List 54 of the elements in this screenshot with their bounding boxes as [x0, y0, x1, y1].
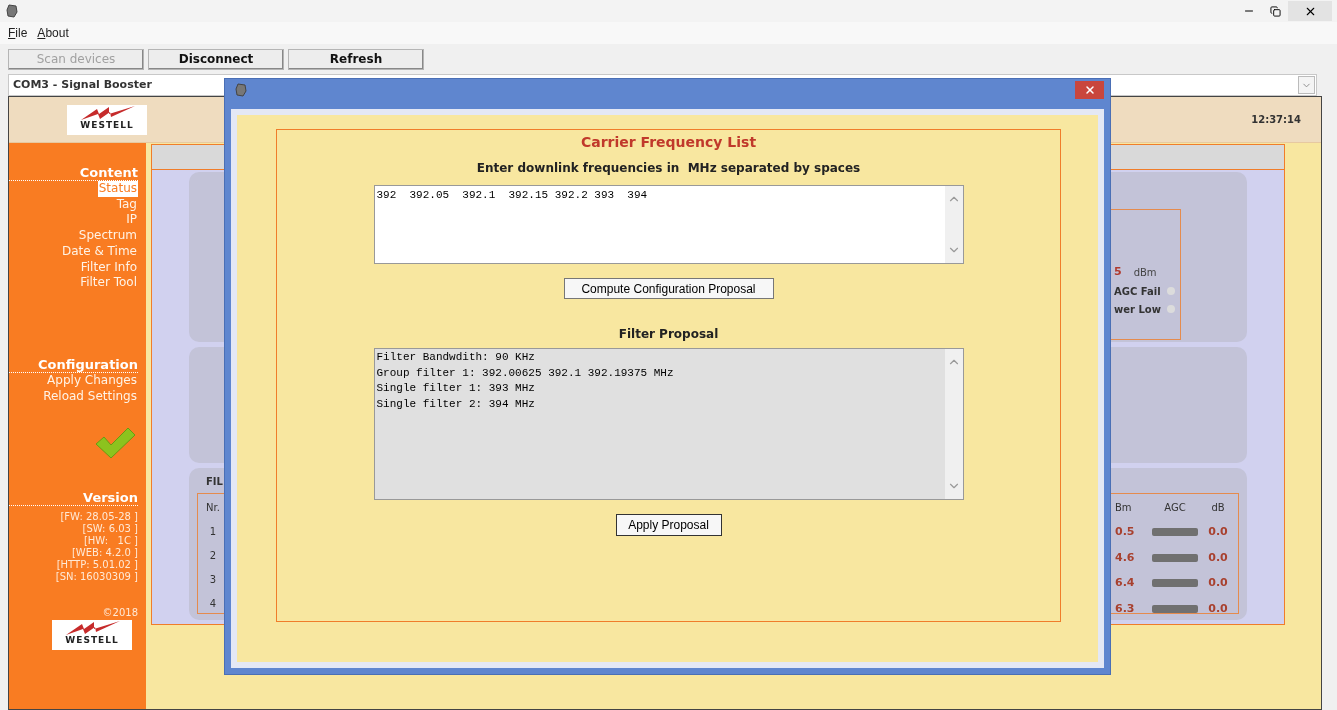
table-cell-text: 0.0: [1207, 575, 1229, 591]
close-button[interactable]: [1288, 1, 1332, 21]
menu-item[interactable]: File: [8, 24, 28, 42]
level-value: 5: [1114, 264, 1122, 280]
toolbar-button[interactable]: Disconnect: [148, 48, 284, 70]
version-line: [WEB: 4.2.0 ]: [71, 547, 138, 560]
column-header: Nr.: [206, 501, 220, 515]
column-header: AGC: [1163, 501, 1187, 515]
table-cell-text: 4.6: [1115, 549, 1136, 566]
version-line: [FW: 28.05-28 ]: [60, 511, 138, 524]
app-icon: [6, 4, 18, 18]
table-cell-text: 0.5: [1115, 524, 1136, 540]
copyright-text: ©2018: [102, 606, 138, 621]
column-header: dB: [1210, 501, 1226, 515]
menu-item[interactable]: About: [37, 24, 69, 42]
section-heading: Configuration: [9, 356, 138, 373]
unit-label: dBm: [1133, 265, 1157, 280]
version-line: [HTTP: 5.01.02 ]: [56, 559, 138, 572]
checkmark-icon: [94, 426, 136, 461]
logo: WESTELL: [52, 620, 132, 651]
alarm-label: wer Low: [1114, 302, 1161, 317]
clock-time: 12:37:14: [1251, 113, 1301, 127]
table-cell-text: 4: [209, 597, 217, 611]
version-line: [SW: 6.03 ]: [82, 523, 138, 536]
section-heading: Filter Proposal: [618, 326, 719, 343]
table-cell-text: 6.3: [1115, 600, 1136, 617]
agc-bar: [1152, 604, 1198, 613]
table-cell-text: 3: [209, 573, 217, 587]
table-cell-text: 2: [209, 549, 217, 563]
agc-bar: [1152, 579, 1198, 588]
dialog-heading: Carrier Frequency List: [580, 133, 757, 152]
column-header: Bm: [1115, 501, 1133, 515]
app-icon: [235, 83, 247, 97]
compute-button[interactable]: Compute Configuration Proposal: [563, 278, 774, 299]
apply-button[interactable]: Apply Proposal: [615, 514, 722, 536]
card-title: FIL: [205, 475, 223, 489]
section-heading: Version: [9, 490, 138, 507]
version-line: [HW: 1C ]: [83, 535, 138, 548]
dropdown-button[interactable]: [1298, 76, 1315, 94]
table-cell-text: 1: [209, 525, 217, 539]
close-button[interactable]: [1075, 81, 1104, 99]
close-icon: [1083, 84, 1096, 96]
agc-bar: [1152, 528, 1198, 537]
table-cell-text: 0.0: [1207, 524, 1229, 540]
version-line: [SN: 16030309 ]: [55, 571, 138, 584]
restore-icon: [1269, 5, 1281, 17]
alarm-label: AGC Fail: [1114, 284, 1161, 299]
agc-bar: [1152, 553, 1198, 562]
table-cell-text: 6.4: [1115, 575, 1136, 591]
instruction-text: Enter downlink frequencies in MHz separated by spaces: [476, 160, 861, 177]
table-cell-text: 0.0: [1207, 549, 1229, 566]
logo: WESTELL: [67, 104, 147, 135]
toolbar-button[interactable]: Refresh: [288, 48, 424, 70]
table-cell-text: 0.0: [1207, 600, 1229, 617]
